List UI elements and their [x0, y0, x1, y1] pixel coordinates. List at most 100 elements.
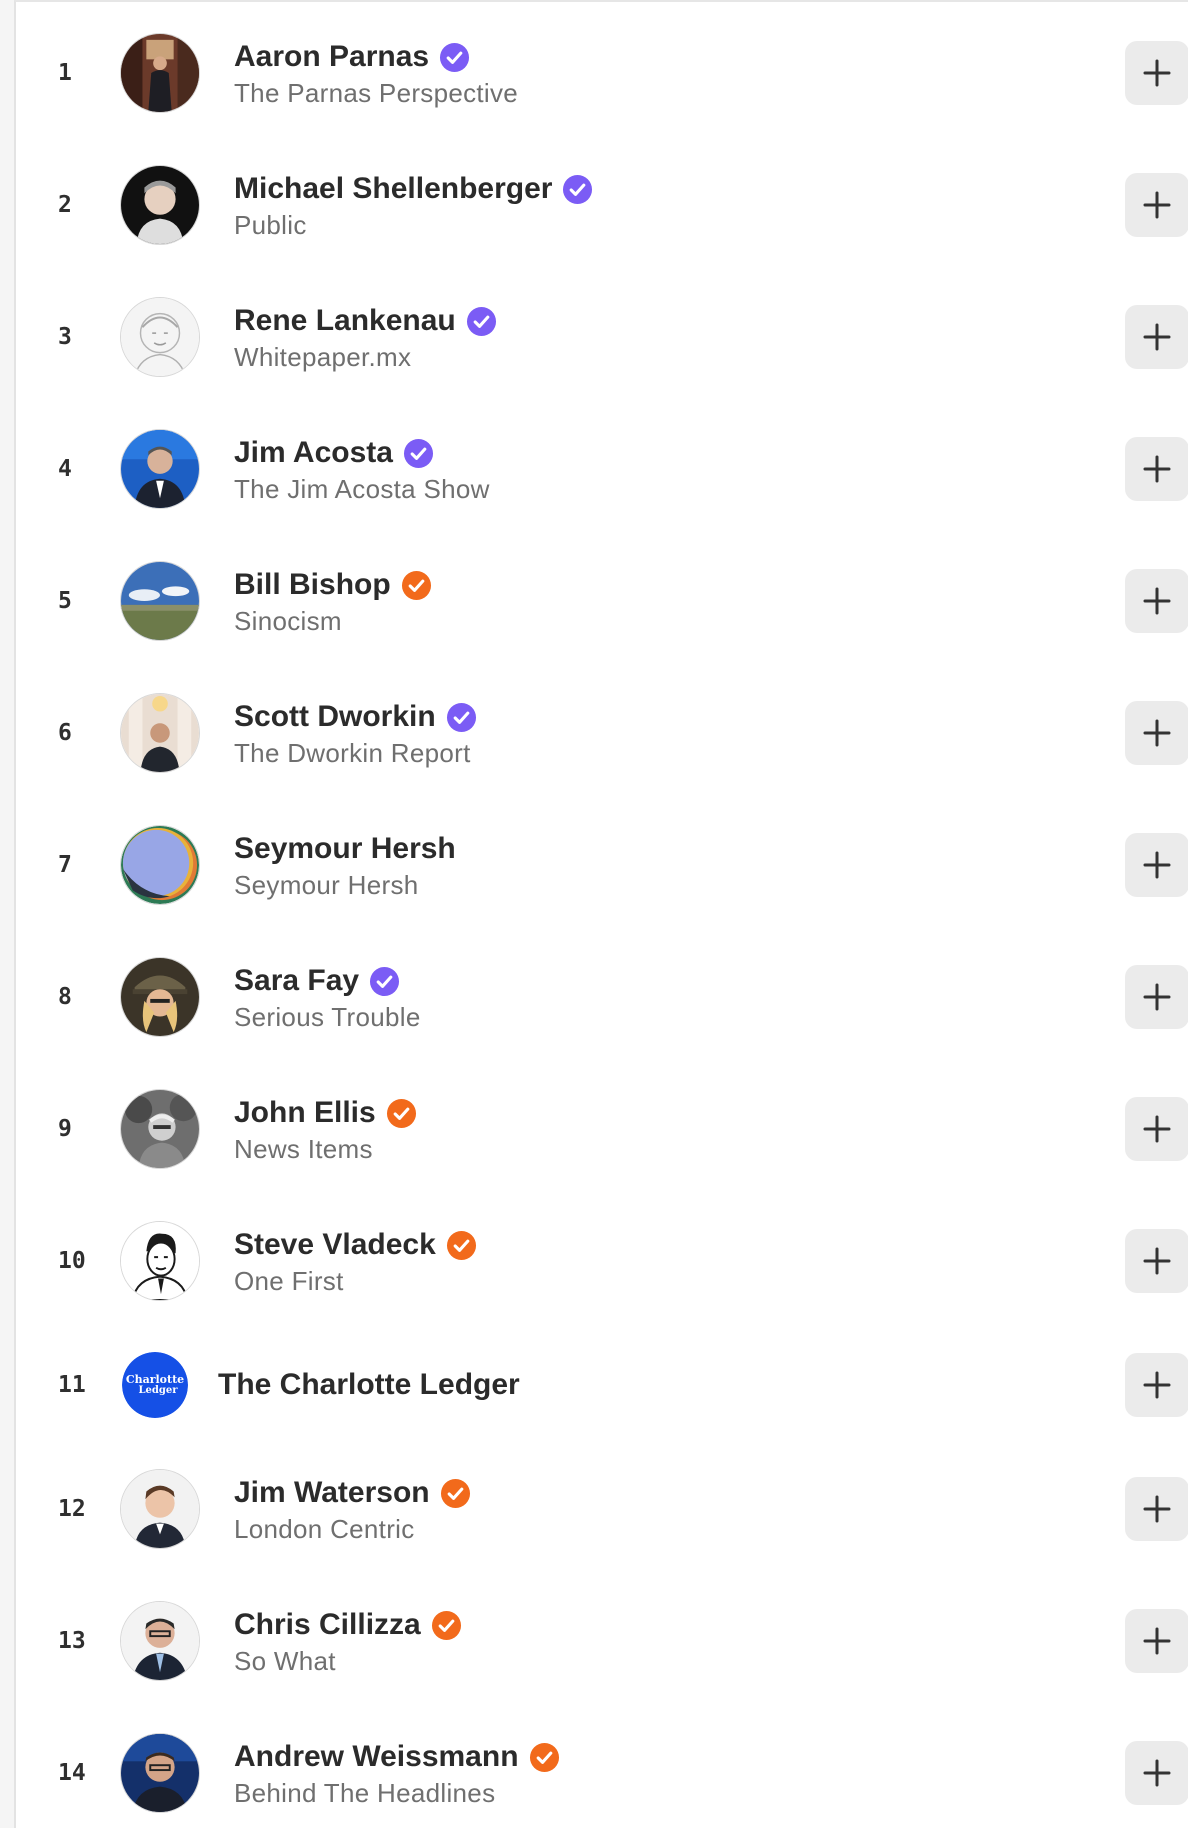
avatar[interactable]: [120, 1089, 200, 1169]
avatar[interactable]: [120, 33, 200, 113]
avatar[interactable]: [120, 1733, 200, 1813]
logo-text-line2: Ledger: [138, 1385, 178, 1396]
rank-number: 14: [58, 1760, 86, 1786]
rank-number: 13: [58, 1628, 86, 1654]
writer-name[interactable]: Scott Dworkin: [234, 700, 436, 734]
writer-name[interactable]: Steve Vladeck: [234, 1228, 436, 1262]
list-item[interactable]: 9 John Ellis News Items: [16, 1063, 1188, 1195]
add-button[interactable]: [1125, 1229, 1188, 1293]
add-button[interactable]: [1125, 437, 1188, 501]
rank-number: 10: [58, 1248, 86, 1274]
plus-icon: [1143, 719, 1171, 747]
add-button[interactable]: [1125, 965, 1188, 1029]
add-button[interactable]: [1125, 1097, 1188, 1161]
rank-number: 6: [58, 720, 72, 746]
list-item[interactable]: 1 Aaron Parnas The Parnas Perspective: [16, 7, 1188, 139]
add-button[interactable]: [1125, 701, 1188, 765]
writer-name[interactable]: Bill Bishop: [234, 568, 391, 602]
publication-name[interactable]: The Jim Acosta Show: [234, 474, 490, 505]
plus-icon: [1143, 1247, 1171, 1275]
check-badge-icon: [446, 702, 477, 733]
rank-number: 8: [58, 984, 72, 1010]
add-button[interactable]: [1125, 833, 1188, 897]
list-item[interactable]: 13 Chris Cillizza So What: [16, 1575, 1188, 1707]
rank-number: 4: [58, 456, 72, 482]
avatar[interactable]: [120, 1221, 200, 1301]
list-item[interactable]: 2 Michael Shellenberger Public: [16, 139, 1188, 271]
publication-name[interactable]: Public: [234, 210, 593, 241]
add-button[interactable]: [1125, 1353, 1188, 1417]
leaderboard-list: 1 Aaron Parnas The Parnas Perspective 2 …: [14, 0, 1188, 1828]
add-button[interactable]: [1125, 1477, 1188, 1541]
publication-name[interactable]: Sinocism: [234, 606, 432, 637]
check-badge-icon: [369, 966, 400, 997]
list-item[interactable]: 8 Sara Fay Serious Trouble: [16, 931, 1188, 1063]
list-item[interactable]: 3 Rene Lankenau Whitepaper.mx: [16, 271, 1188, 403]
avatar[interactable]: [120, 165, 200, 245]
writer-name[interactable]: Chris Cillizza: [234, 1608, 421, 1642]
publication-title[interactable]: The Charlotte Ledger: [218, 1368, 520, 1402]
publication-name[interactable]: Whitepaper.mx: [234, 342, 497, 373]
plus-icon: [1143, 1495, 1171, 1523]
check-badge-icon: [562, 174, 593, 205]
check-badge-icon: [401, 570, 432, 601]
list-item[interactable]: 12 Jim Waterson London Centric: [16, 1443, 1188, 1575]
writer-name[interactable]: Seymour Hersh: [234, 832, 456, 866]
check-badge-icon: [439, 42, 470, 73]
add-button[interactable]: [1125, 1609, 1188, 1673]
publication-name[interactable]: Seymour Hersh: [234, 870, 456, 901]
add-button[interactable]: [1125, 41, 1188, 105]
list-item[interactable]: 6 Scott Dworkin The Dworkin Report: [16, 667, 1188, 799]
publication-name[interactable]: Serious Trouble: [234, 1002, 421, 1033]
publication-name[interactable]: The Dworkin Report: [234, 738, 477, 769]
plus-icon: [1143, 323, 1171, 351]
rank-number: 11: [58, 1372, 86, 1398]
list-item[interactable]: 11 Charlotte Ledger The Charlotte Ledger: [16, 1319, 1188, 1451]
avatar[interactable]: [120, 297, 200, 377]
plus-icon: [1143, 59, 1171, 87]
plus-icon: [1143, 455, 1171, 483]
writer-name[interactable]: Michael Shellenberger: [234, 172, 552, 206]
avatar[interactable]: [120, 1469, 200, 1549]
writer-name[interactable]: Andrew Weissmann: [234, 1740, 519, 1774]
writer-name[interactable]: Aaron Parnas: [234, 40, 429, 74]
avatar[interactable]: [120, 1601, 200, 1681]
add-button[interactable]: [1125, 305, 1188, 369]
rank-number: 12: [58, 1496, 86, 1522]
list-item[interactable]: 14 Andrew Weissmann Behind The Headlines: [16, 1707, 1188, 1828]
publication-name[interactable]: News Items: [234, 1134, 417, 1165]
list-item[interactable]: 7 Seymour Hersh Seymour Hersh: [16, 799, 1188, 931]
list-item[interactable]: 4 Jim Acosta The Jim Acosta Show: [16, 403, 1188, 535]
add-button[interactable]: [1125, 173, 1188, 237]
avatar[interactable]: [120, 825, 200, 905]
writer-name[interactable]: Sara Fay: [234, 964, 359, 998]
avatar[interactable]: [120, 957, 200, 1037]
plus-icon: [1143, 191, 1171, 219]
add-button[interactable]: [1125, 1741, 1188, 1805]
check-badge-icon: [403, 438, 434, 469]
publication-name[interactable]: Behind The Headlines: [234, 1778, 560, 1809]
plus-icon: [1143, 587, 1171, 615]
check-badge-icon: [529, 1742, 560, 1773]
rank-number: 7: [58, 852, 72, 878]
avatar[interactable]: [120, 561, 200, 641]
writer-name[interactable]: Jim Waterson: [234, 1476, 430, 1510]
avatar[interactable]: [120, 693, 200, 773]
check-badge-icon: [431, 1610, 462, 1641]
rank-number: 3: [58, 324, 72, 350]
writer-name[interactable]: John Ellis: [234, 1096, 376, 1130]
publication-name[interactable]: The Parnas Perspective: [234, 78, 518, 109]
add-button[interactable]: [1125, 569, 1188, 633]
avatar[interactable]: [120, 429, 200, 509]
rank-number: 9: [58, 1116, 72, 1142]
publication-name[interactable]: One First: [234, 1266, 477, 1297]
publication-logo[interactable]: Charlotte Ledger: [122, 1352, 188, 1418]
publication-name[interactable]: So What: [234, 1646, 462, 1677]
plus-icon: [1143, 983, 1171, 1011]
publication-name[interactable]: London Centric: [234, 1514, 471, 1545]
writer-name[interactable]: Jim Acosta: [234, 436, 393, 470]
writer-name[interactable]: Rene Lankenau: [234, 304, 456, 338]
list-item[interactable]: 5 Bill Bishop Sinocism: [16, 535, 1188, 667]
list-item[interactable]: 10 Steve Vladeck One First: [16, 1195, 1188, 1327]
plus-icon: [1143, 1371, 1171, 1399]
